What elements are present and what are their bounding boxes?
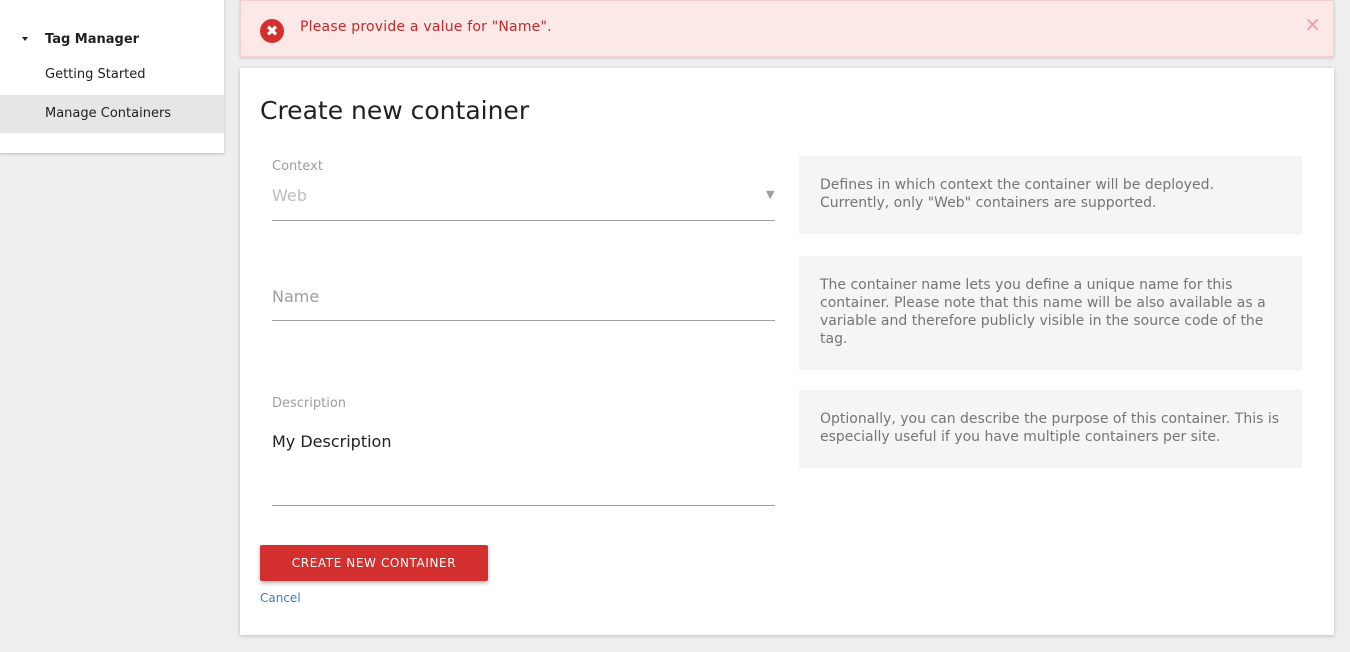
name-underline — [272, 320, 775, 321]
name-field[interactable] — [272, 284, 775, 308]
close-icon[interactable]: × — [1304, 14, 1321, 34]
context-select-value: Web — [272, 186, 307, 205]
create-container-card: Create new container Context Web ▼ Defin… — [240, 68, 1334, 635]
sidebar-section-title: Tag Manager — [45, 32, 140, 47]
description-field[interactable]: My Description — [272, 432, 775, 492]
error-notification: ✖ Please provide a value for "Name". × — [240, 0, 1334, 57]
description-help: Optionally, you can describe the purpose… — [799, 390, 1302, 468]
context-help: Defines in which context the container w… — [799, 156, 1302, 234]
context-label: Context — [272, 159, 323, 174]
sidebar-item-manage-containers[interactable]: Manage Containers — [0, 95, 224, 133]
sidebar-section-tag-manager[interactable]: Tag Manager — [0, 28, 224, 52]
create-container-button[interactable]: CREATE NEW CONTAINER — [260, 545, 488, 581]
caret-down-icon — [22, 37, 28, 41]
cancel-link[interactable]: Cancel — [260, 591, 301, 605]
error-icon: ✖ — [260, 19, 284, 43]
sidebar-item-getting-started[interactable]: Getting Started — [0, 56, 224, 94]
name-help: The container name lets you define a uni… — [799, 256, 1302, 370]
chevron-down-icon: ▼ — [766, 188, 775, 201]
error-message: Please provide a value for "Name". — [300, 19, 552, 35]
description-underline — [272, 505, 775, 506]
page-title: Create new container — [260, 96, 530, 125]
context-underline — [272, 220, 775, 221]
sidebar: Tag Manager Getting Started Manage Conta… — [0, 0, 224, 153]
description-label: Description — [272, 396, 347, 411]
